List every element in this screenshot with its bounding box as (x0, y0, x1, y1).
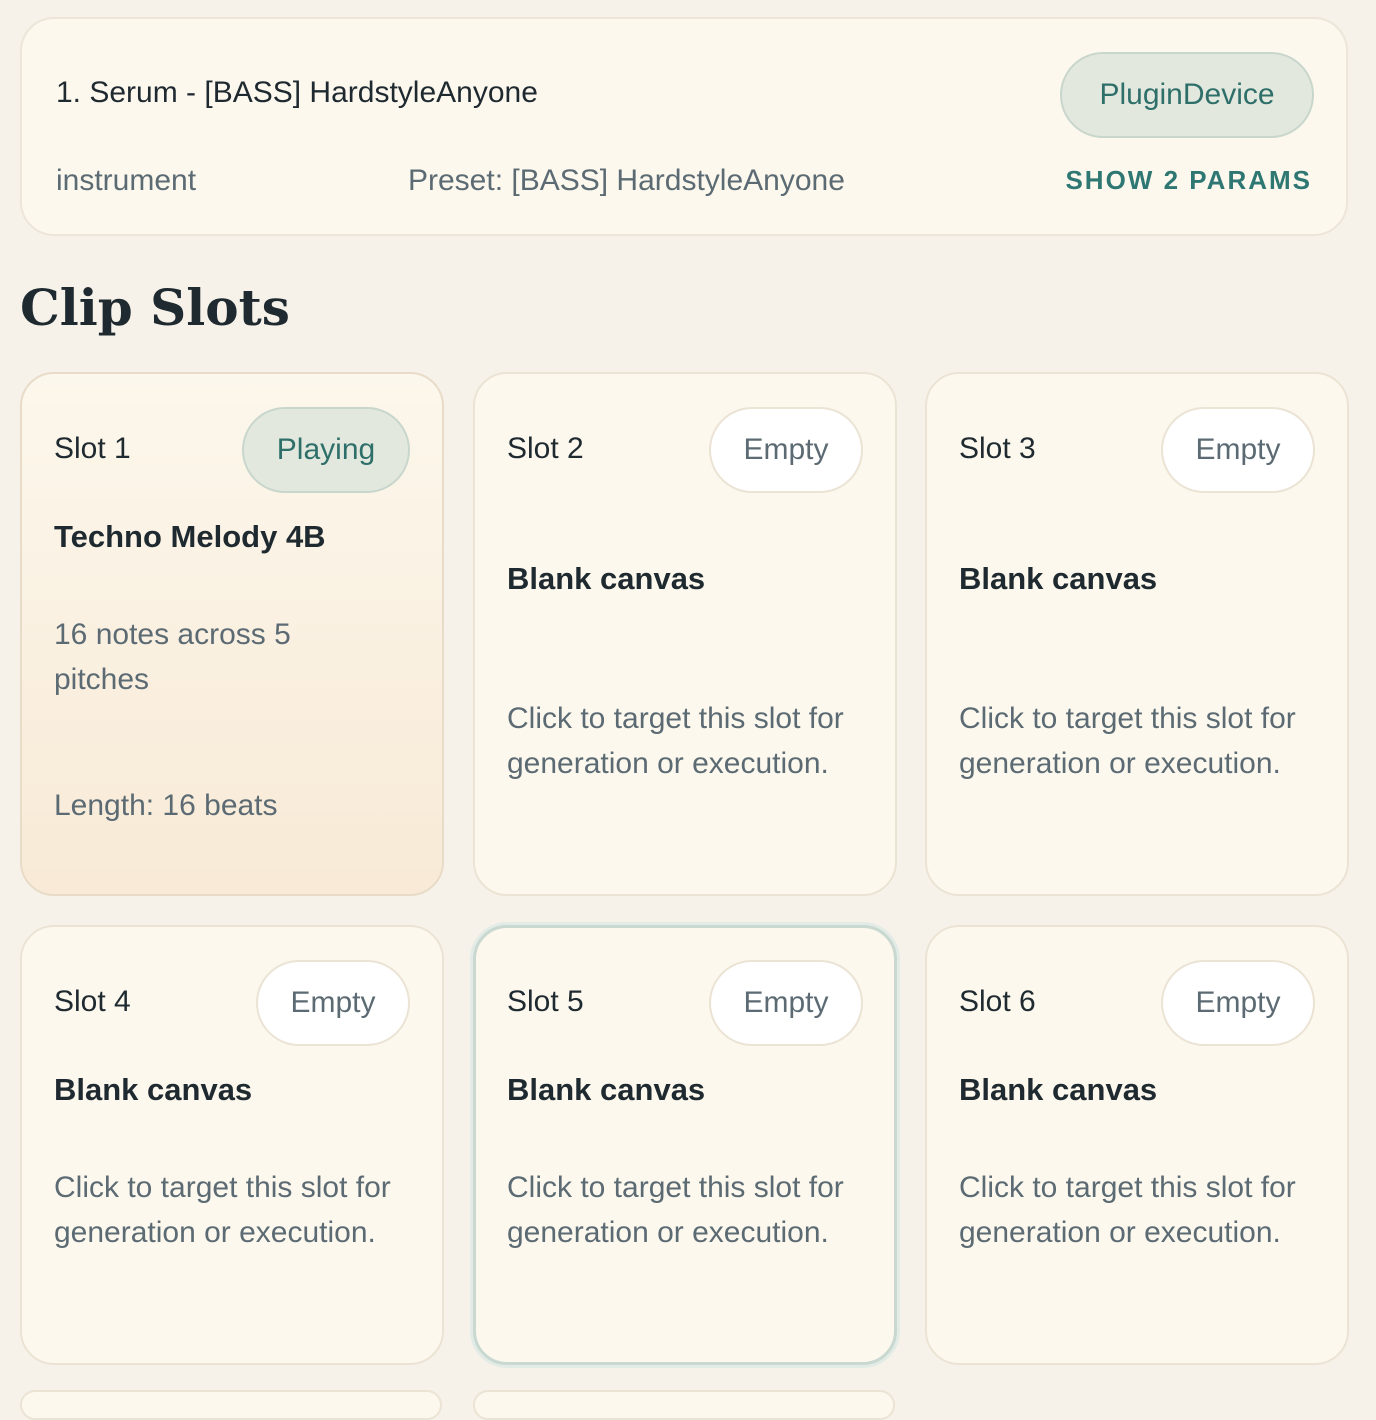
device-kind: instrument (56, 164, 197, 197)
clip-description: Click to target this slot for generation… (507, 1171, 844, 1249)
clip-name: Techno Melody 4B (54, 519, 326, 554)
clip-slot-7-partial[interactable] (20, 1390, 442, 1420)
clip-slot-5[interactable]: Slot 5 Empty Blank canvas Click to targe… (473, 925, 897, 1365)
device-card: 1. Serum - [BASS] HardstyleAnyone Plugin… (20, 17, 1348, 236)
status-badge: Playing (242, 407, 410, 493)
clip-slot-4[interactable]: Slot 4 Empty Blank canvas Click to targe… (20, 925, 444, 1365)
clip-name: Blank canvas (507, 1072, 706, 1107)
clip-description: Click to target this slot for generation… (54, 1171, 391, 1249)
clip-slot-2[interactable]: Slot 2 Empty Blank canvas Click to targe… (473, 372, 897, 896)
clip-name: Blank canvas (959, 561, 1158, 596)
clip-description: Click to target this slot for generation… (507, 702, 844, 780)
plugin-device-badge: PluginDevice (1060, 52, 1314, 138)
clip-name: Blank canvas (507, 561, 706, 596)
slot-label: Slot 6 (959, 985, 1036, 1018)
clip-description: 16 notes across 5 pitches (54, 618, 291, 696)
clip-description: Click to target this slot for generation… (959, 1171, 1296, 1249)
clip-name: Blank canvas (54, 1072, 253, 1107)
status-badge: Empty (256, 960, 410, 1046)
clip-description: Click to target this slot for generation… (959, 702, 1296, 780)
slot-label: Slot 4 (54, 985, 131, 1018)
status-badge: Empty (709, 407, 863, 493)
show-params-button[interactable]: SHOW 2 PARAMS (1065, 165, 1312, 196)
slot-label: Slot 3 (959, 432, 1036, 465)
clip-name: Blank canvas (959, 1072, 1158, 1107)
clip-length: Length: 16 beats (54, 789, 278, 822)
slot-label: Slot 5 (507, 985, 584, 1018)
device-title: 1. Serum - [BASS] HardstyleAnyone (56, 76, 538, 109)
clip-slot-6[interactable]: Slot 6 Empty Blank canvas Click to targe… (925, 925, 1349, 1365)
clip-slot-1[interactable]: Slot 1 Playing Techno Melody 4B 16 notes… (20, 372, 444, 896)
slot-label: Slot 2 (507, 432, 584, 465)
slot-label: Slot 1 (54, 432, 131, 465)
clip-slot-8-partial[interactable] (473, 1390, 895, 1420)
status-badge: Empty (1161, 407, 1315, 493)
section-title: Clip Slots (20, 278, 290, 337)
device-preset: Preset: [BASS] HardstyleAnyone (408, 164, 845, 197)
status-badge: Empty (1161, 960, 1315, 1046)
status-badge: Empty (709, 960, 863, 1046)
clip-slot-3[interactable]: Slot 3 Empty Blank canvas Click to targe… (925, 372, 1349, 896)
